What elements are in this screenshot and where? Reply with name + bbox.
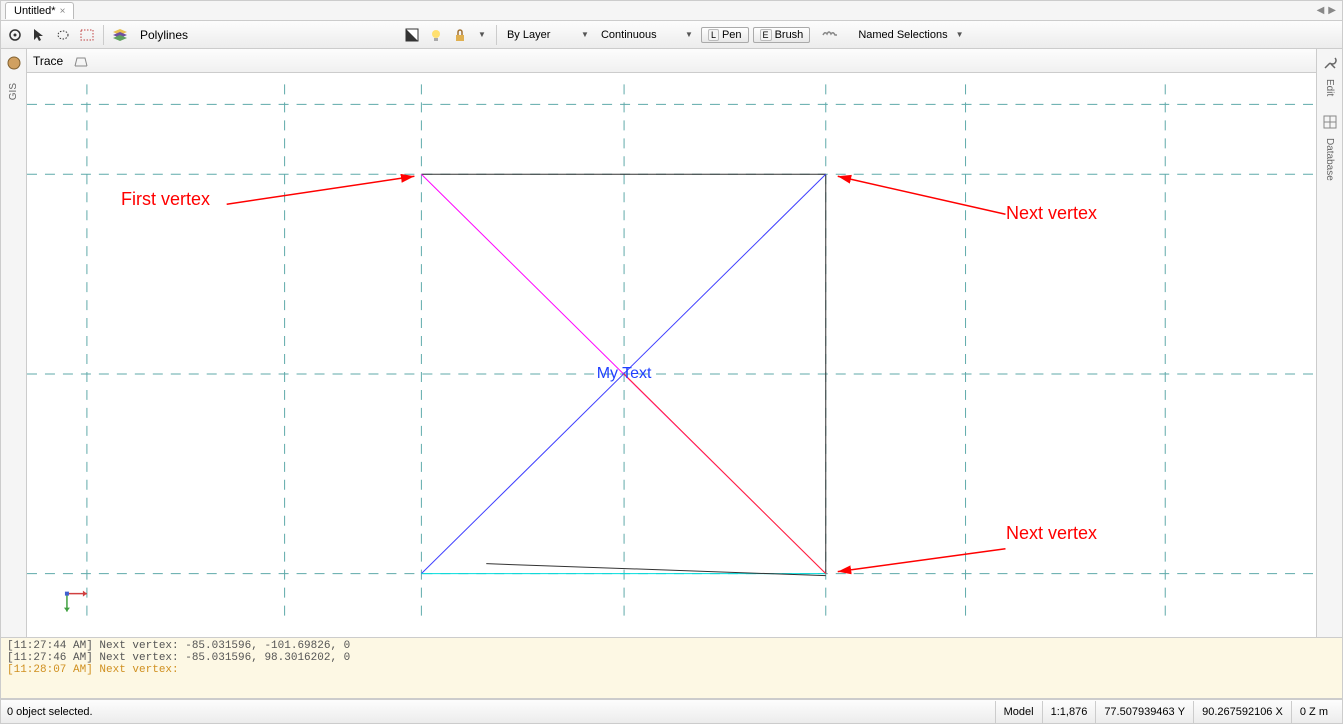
rect-select-icon[interactable] bbox=[77, 25, 97, 45]
tab-prev-icon[interactable]: ◀ bbox=[1317, 5, 1325, 16]
tools-icon[interactable] bbox=[1320, 53, 1340, 73]
sub-toolbar: Trace bbox=[27, 49, 1316, 73]
coord-x-value: 77.507939463 bbox=[1104, 706, 1174, 718]
hand-tool-icon[interactable] bbox=[820, 25, 840, 45]
annotation-first-vertex: First vertex bbox=[121, 189, 210, 210]
annotation-next-vertex-2: Next vertex bbox=[1006, 523, 1097, 544]
pen-label: Pen bbox=[722, 29, 742, 41]
selector-tool-icon[interactable] bbox=[5, 25, 25, 45]
color-mode-label: By Layer bbox=[507, 29, 550, 41]
console-current-line: [11:28:07 AM] Next vertex: bbox=[7, 664, 1336, 676]
chevron-down-icon: ▼ bbox=[685, 30, 693, 39]
database-tab-label[interactable]: Database bbox=[1324, 138, 1335, 181]
color-mode-dropdown[interactable]: By Layer ▼ bbox=[503, 25, 593, 45]
coord-z-cell: 0 Z m bbox=[1291, 701, 1336, 723]
tab-bar: Untitled* × ◀ ▶ bbox=[1, 1, 1342, 21]
coord-z-label: Z bbox=[1309, 706, 1316, 718]
gis-tab-label[interactable]: GIS bbox=[8, 83, 19, 100]
trace-box-icon[interactable] bbox=[71, 51, 91, 71]
contrast-icon[interactable] bbox=[402, 25, 422, 45]
oval-select-icon[interactable] bbox=[53, 25, 73, 45]
coord-y-value: 90.267592106 bbox=[1202, 706, 1272, 718]
tab-title: Untitled* bbox=[14, 5, 56, 17]
chevron-down-icon: ▼ bbox=[478, 30, 486, 39]
grid-icon[interactable] bbox=[1320, 112, 1340, 132]
left-panel: GIS bbox=[1, 49, 27, 723]
brush-key: E bbox=[760, 29, 772, 41]
close-icon[interactable]: × bbox=[60, 6, 66, 17]
chevron-down-icon: ▼ bbox=[956, 30, 964, 39]
layer-type-label: Polylines bbox=[134, 28, 194, 42]
coord-x-cell: 77.507939463 Y bbox=[1095, 701, 1193, 723]
cursor-tool-icon[interactable] bbox=[29, 25, 49, 45]
console-line: [11:27:44 AM] Next vertex: -85.031596, -… bbox=[7, 640, 1336, 652]
command-console[interactable]: [11:27:44 AM] Next vertex: -85.031596, -… bbox=[1, 637, 1342, 699]
drawing-canvas[interactable]: My Text bbox=[27, 73, 1316, 635]
canvas-center-text: My Text bbox=[597, 365, 652, 382]
pen-button[interactable]: L Pen bbox=[701, 27, 749, 43]
console-line: [11:27:46 AM] Next vertex: -85.031596, 9… bbox=[7, 652, 1336, 664]
annotation-next-vertex-1: Next vertex bbox=[1006, 203, 1097, 224]
document-tab[interactable]: Untitled* × bbox=[5, 2, 74, 19]
pen-key: L bbox=[708, 29, 719, 41]
named-selections-dropdown[interactable]: Named Selections ▼ bbox=[854, 25, 967, 45]
coord-unit: m bbox=[1319, 706, 1328, 718]
scale-display[interactable]: 1:1,876 bbox=[1042, 701, 1096, 723]
canvas-svg: My Text bbox=[27, 73, 1316, 635]
edit-tab-label[interactable]: Edit bbox=[1324, 79, 1335, 96]
selection-status: 0 object selected. bbox=[7, 706, 93, 718]
coord-z-value: 0 bbox=[1300, 706, 1306, 718]
tab-nav: ◀ ▶ bbox=[1317, 5, 1342, 16]
status-bar: 0 object selected. Model 1:1,876 77.5079… bbox=[1, 699, 1342, 723]
brush-button[interactable]: E Brush bbox=[753, 27, 811, 43]
model-space-label[interactable]: Model bbox=[995, 701, 1042, 723]
linestyle-dropdown[interactable]: Continuous ▼ bbox=[597, 25, 697, 45]
coord-y-cell: 90.267592106 X bbox=[1193, 701, 1291, 723]
lock-icon[interactable] bbox=[450, 25, 470, 45]
right-panel: Edit Database bbox=[1316, 49, 1342, 723]
chevron-down-icon: ▼ bbox=[581, 30, 589, 39]
coord-y-label: X bbox=[1276, 706, 1283, 718]
linestyle-label: Continuous bbox=[601, 29, 657, 41]
brush-label: Brush bbox=[775, 29, 804, 41]
main-toolbar: Polylines ▼ By Layer ▼ Continuous ▼ L Pe… bbox=[1, 21, 1342, 49]
trace-label: Trace bbox=[33, 54, 63, 68]
visibility-dropdown[interactable]: ▼ bbox=[474, 25, 490, 45]
coord-x-label: Y bbox=[1178, 706, 1185, 718]
tab-next-icon[interactable]: ▶ bbox=[1328, 5, 1336, 16]
globe-icon[interactable] bbox=[4, 53, 24, 73]
layers-icon[interactable] bbox=[110, 25, 130, 45]
lightbulb-icon[interactable] bbox=[426, 25, 446, 45]
named-selections-label: Named Selections bbox=[858, 29, 947, 41]
